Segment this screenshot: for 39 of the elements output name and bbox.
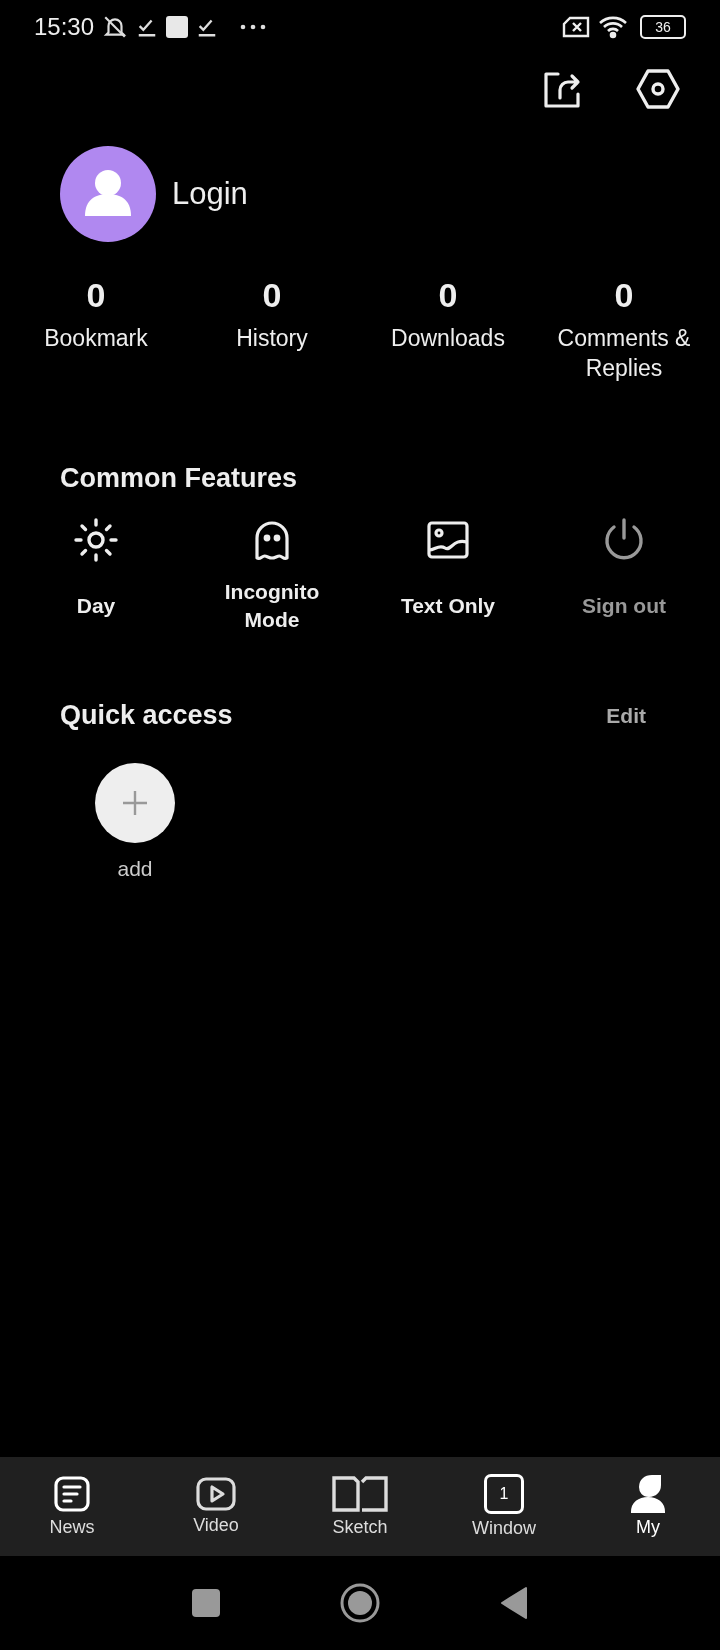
bell-off-icon (102, 14, 129, 40)
edit-link[interactable]: Edit (606, 703, 646, 728)
stat-label[interactable]: Comments & Replies (544, 323, 704, 383)
sim-off-icon (562, 16, 590, 38)
wifi-icon (598, 15, 628, 39)
stat-label[interactable]: Bookmark (44, 323, 148, 353)
book-icon (332, 1475, 388, 1513)
sun-icon (72, 516, 120, 564)
nav-tab[interactable]: 1 Window (432, 1457, 576, 1556)
stat-count: 0 (438, 276, 458, 315)
section-title: Common Features (59, 462, 299, 494)
stat-count: 0 (86, 276, 106, 315)
battery-icon: 36 (640, 15, 686, 39)
window-count-icon: 1 (484, 1474, 524, 1514)
stat-count: 0 (262, 276, 282, 315)
login-link[interactable]: Login (172, 176, 248, 212)
document-icon (53, 1475, 91, 1513)
back-button[interactable] (500, 1586, 528, 1620)
person-icon (630, 1475, 666, 1513)
settings-icon[interactable] (636, 68, 680, 110)
square-icon (166, 16, 189, 38)
stat-count: 0 (614, 276, 634, 315)
section-title: Quick access (60, 700, 233, 731)
nav-tab[interactable]: My (576, 1457, 720, 1556)
feature-button[interactable]: Text Only (360, 516, 536, 634)
plus-icon (121, 789, 149, 817)
feature-button[interactable]: Incognito Mode (184, 516, 360, 634)
add-label: add (117, 857, 153, 881)
status-time: 15:30 (34, 13, 95, 41)
nav-tab[interactable]: Sketch (288, 1457, 432, 1556)
play-icon (196, 1477, 236, 1511)
stat-label[interactable]: History (236, 323, 308, 353)
stat-label[interactable]: Downloads (391, 323, 505, 353)
more-icon (240, 24, 267, 30)
feature-button[interactable]: Day (8, 516, 184, 634)
home-button[interactable] (340, 1583, 380, 1623)
avatar-icon[interactable] (60, 146, 156, 242)
nav-tab[interactable]: News (0, 1457, 144, 1556)
nav-tab[interactable]: Video (144, 1457, 288, 1556)
